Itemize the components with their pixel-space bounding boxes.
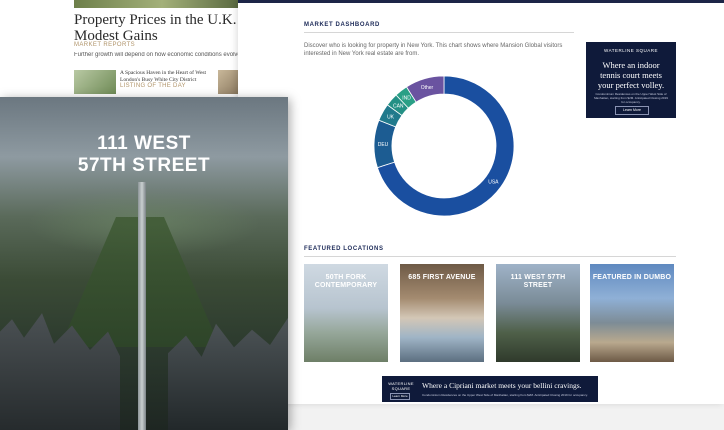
- article-teaser: Further growth will depend on how econom…: [74, 52, 243, 58]
- ad-body: Condominium Residences on the Upper West…: [594, 92, 668, 104]
- hero-photo-111-west-57th: 111 WEST 57TH STREET: [0, 97, 288, 430]
- hero-title-line2: 57TH STREET: [77, 155, 211, 176]
- hero-title: 111 WEST 57TH STREET: [0, 133, 288, 177]
- donut-label-ind: IND: [402, 96, 411, 102]
- location-card[interactable]: 685 FIRST AVENUE: [400, 264, 484, 362]
- listing-tag[interactable]: LISTING OF THE DAY: [120, 83, 186, 89]
- divider: [304, 256, 676, 257]
- location-card-label: 50TH FORK CONTEMPORARY: [314, 274, 378, 289]
- article-category-tag[interactable]: MARKET REPORTS: [74, 42, 135, 48]
- banner-learn-more-button[interactable]: Learn More: [390, 393, 410, 400]
- donut-label-uk: UK: [387, 114, 395, 120]
- location-card-label: 111 WEST 57TH STREET: [510, 274, 566, 289]
- location-card[interactable]: 50TH FORK CONTEMPORARY: [304, 264, 388, 362]
- listing-title[interactable]: A Spacious Haven in the Heart of West Lo…: [120, 70, 218, 84]
- visitor-origin-donut-chart: USA DEU UK CANIND Other: [373, 75, 515, 217]
- banner-headline: Where a Cipriani market meets your belli…: [422, 381, 582, 390]
- dashboard-page: MARKET DASHBOARD Discover who is looking…: [238, 0, 724, 404]
- hero-title-line1: 111 WEST: [97, 133, 191, 154]
- banner-brand: WATERLINE SQUARE: [388, 381, 414, 391]
- tower-shape: [138, 182, 146, 430]
- featured-locations-heading: FEATURED LOCATIONS: [304, 246, 384, 252]
- ad-headline: Where an indoor tennis court meets your …: [597, 60, 665, 90]
- banner-body: Condominium Residences on the Upper West…: [422, 393, 588, 397]
- dashboard-description: Discover who is looking for property in …: [304, 43, 563, 57]
- waterline-ad[interactable]: WATERLINE SQUARE Where an indoor tennis …: [586, 42, 676, 118]
- location-card[interactable]: 111 WEST 57TH STREET: [496, 264, 580, 362]
- location-card-label: 685 FIRST AVENUE: [408, 274, 476, 281]
- donut-label-usa: USA: [488, 180, 499, 186]
- waterline-banner-ad[interactable]: WATERLINE SQUARE Learn More Where a Cipr…: [382, 376, 598, 402]
- donut-label-can: CAN: [393, 103, 404, 109]
- divider: [304, 32, 574, 33]
- donut-label-deu: DEU: [378, 142, 389, 148]
- article-header-photo: [74, 0, 250, 8]
- ad-learn-more-button[interactable]: Learn More: [615, 106, 649, 115]
- article-title[interactable]: Property Prices in the U.K. Cont Modest …: [74, 12, 269, 44]
- ad-brand: WATERLINE SQUARE: [603, 48, 658, 53]
- listing-thumbnail[interactable]: [74, 70, 116, 94]
- market-dashboard-heading: MARKET DASHBOARD: [304, 22, 380, 28]
- donut-label-other: Other: [421, 85, 434, 91]
- location-card-label: FEATURED IN DUMBO: [592, 274, 672, 281]
- location-card[interactable]: FEATURED IN DUMBO: [590, 264, 674, 362]
- top-bar: [238, 0, 724, 3]
